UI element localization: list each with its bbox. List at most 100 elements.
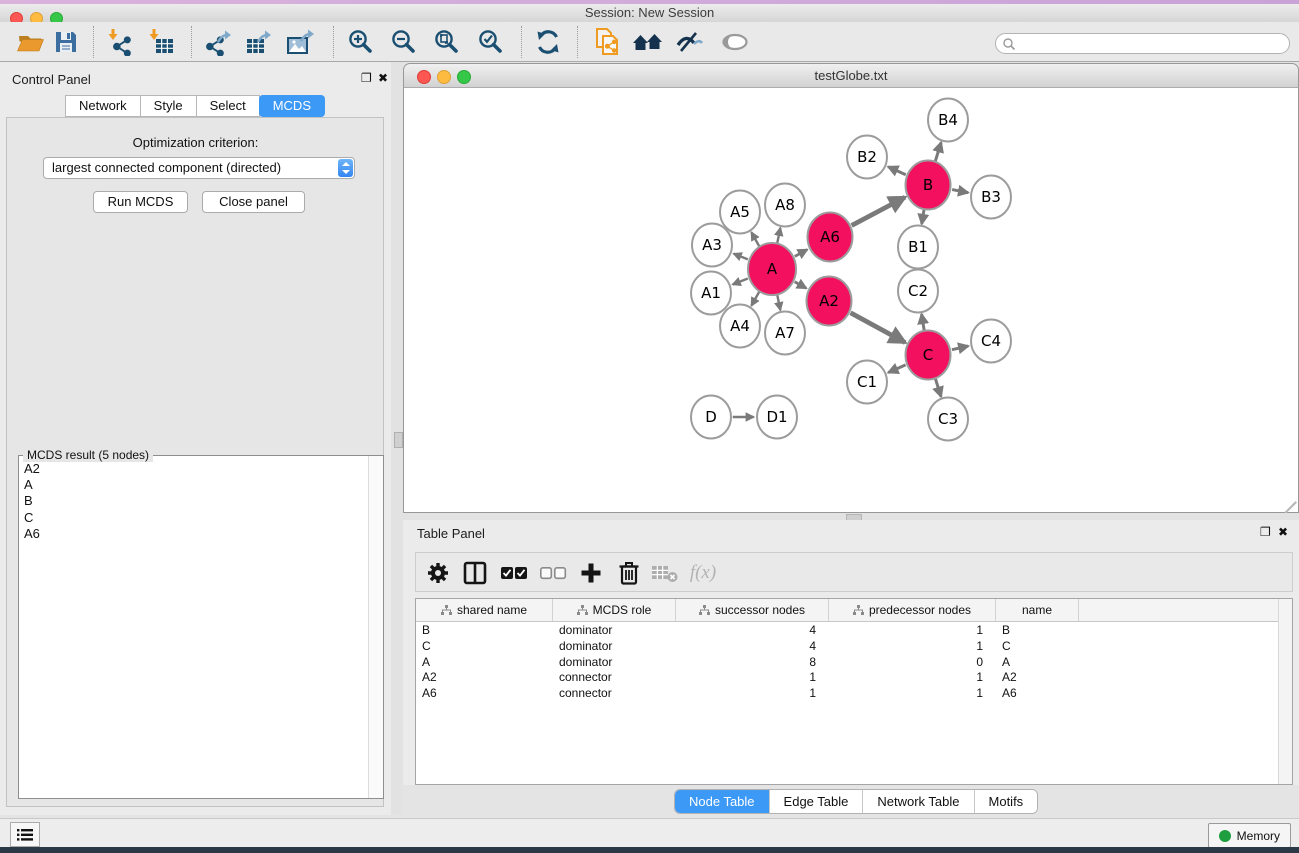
table-cell[interactable]: dominator [553,622,676,638]
column-header-successor-nodes[interactable]: successor nodes [676,599,829,621]
edge-A-A8[interactable] [777,228,780,244]
node-A5[interactable]: A5 [720,191,760,234]
search-field[interactable] [995,33,1290,54]
table-cell[interactable]: 0 [829,654,996,670]
node-D[interactable]: D [691,396,731,439]
table-cell[interactable]: C [996,638,1079,654]
table-cell[interactable]: dominator [553,638,676,654]
node-A3[interactable]: A3 [692,224,732,267]
edge-A-A5[interactable] [751,232,759,246]
criterion-select[interactable]: largest connected component (directed) [43,157,355,179]
open-folder-icon[interactable] [13,26,49,58]
node-B4[interactable]: B4 [928,99,968,142]
tab-mcds[interactable]: MCDS [259,95,325,117]
table-cell[interactable]: B [996,622,1079,638]
edge-A-A7[interactable] [777,294,780,310]
table-cell[interactable]: connector [553,669,676,685]
vertical-divider-handle[interactable] [394,432,403,448]
network-window-titlebar[interactable]: testGlobe.txt [403,63,1299,88]
table-float-panel-icon[interactable]: ❐ [1260,525,1271,539]
close-panel-button[interactable]: Close panel [202,191,305,213]
node-C2[interactable]: C2 [898,270,938,313]
table-cell[interactable]: 1 [829,685,996,701]
edge-A-A3[interactable] [734,254,748,260]
edge-A-A6[interactable] [795,250,807,257]
column-header-name[interactable]: name [996,599,1079,621]
node-D1[interactable]: D1 [757,396,797,439]
node-C1[interactable]: C1 [847,361,887,404]
edge-A6-B[interactable] [852,197,905,225]
edge-A-A4[interactable] [751,292,759,306]
resize-grip-icon[interactable] [1283,497,1296,510]
edge-B-B3[interactable] [952,190,968,193]
node-A1[interactable]: A1 [691,272,731,315]
table-cell[interactable]: B [416,622,553,638]
new-network-icon[interactable] [589,26,625,58]
node-B3[interactable]: B3 [971,176,1011,219]
table-cell[interactable]: A6 [416,685,553,701]
node-C4[interactable]: C4 [971,320,1011,363]
home-icon[interactable] [630,26,666,58]
node-A[interactable]: A [748,243,796,295]
edge-A-A2[interactable] [795,282,807,289]
search-input[interactable] [1016,35,1289,53]
eye-icon[interactable] [717,26,753,58]
edge-B-B1[interactable] [922,209,924,224]
edge-C-C2[interactable] [922,314,925,331]
run-mcds-button[interactable]: Run MCDS [93,191,188,213]
node-B2[interactable]: B2 [847,136,887,179]
import-network-icon[interactable] [102,26,138,58]
edge-A-A1[interactable] [733,279,748,285]
export-network-icon[interactable] [201,26,237,58]
table-close-panel-icon[interactable]: ✖ [1278,525,1288,539]
edge-B-B2[interactable] [888,167,906,175]
table-cell[interactable]: 1 [676,669,829,685]
deselect-all-icon[interactable] [536,557,570,589]
table-cell[interactable]: 1 [829,622,996,638]
edge-C-C3[interactable] [935,378,941,396]
edge-A2-C[interactable] [851,313,906,343]
import-table-icon[interactable] [143,26,179,58]
table-cell[interactable]: C [416,638,553,654]
network-canvas[interactable]: B4B2BB3A8A5A6A3B1AC2A1A2A4A7C4CC1C3DD1 [403,88,1299,513]
memory-button[interactable]: Memory [1208,823,1291,848]
table-cell[interactable]: 1 [676,685,829,701]
mcds-result-list[interactable]: A2ABCA6 [20,461,368,797]
edge-C-C4[interactable] [952,346,968,350]
zoom-out-icon[interactable] [386,26,422,58]
tab-network[interactable]: Network [65,95,141,117]
result-scrollbar[interactable] [368,456,383,798]
tab-network-table[interactable]: Network Table [862,790,973,813]
column-header-predecessor-nodes[interactable]: predecessor nodes [829,599,996,621]
table-cell[interactable]: 4 [676,622,829,638]
columns-icon[interactable] [458,557,492,589]
tab-select[interactable]: Select [196,95,260,117]
table-cell[interactable]: 8 [676,654,829,670]
session-titlebar[interactable]: Session: New Session [0,4,1299,22]
node-B[interactable]: B [906,161,951,210]
node-B1[interactable]: B1 [898,226,938,269]
node-A4[interactable]: A4 [720,305,760,348]
gear-icon[interactable] [421,557,455,589]
table-row[interactable]: A2connector11A2 [416,669,1292,685]
table-cell[interactable]: A [996,654,1079,670]
tab-node-table[interactable]: Node Table [675,790,769,813]
table-cell[interactable]: A6 [996,685,1079,701]
show-graphics-icon[interactable] [672,26,708,58]
export-table-icon[interactable] [241,26,277,58]
zoom-fit-icon[interactable] [429,26,465,58]
table-cell[interactable]: 1 [829,669,996,685]
table-cell[interactable]: A [416,654,553,670]
table-cell[interactable]: A2 [996,669,1079,685]
save-icon[interactable] [48,26,84,58]
tab-edge-table[interactable]: Edge Table [769,790,863,813]
node-C3[interactable]: C3 [928,398,968,441]
table-cell[interactable]: A2 [416,669,553,685]
column-header-MCDS-role[interactable]: MCDS role [553,599,676,621]
task-history-button[interactable] [10,822,40,847]
node-A8[interactable]: A8 [765,184,805,227]
table-cell[interactable]: dominator [553,654,676,670]
float-panel-icon[interactable]: ❐ [361,71,372,85]
node-A7[interactable]: A7 [765,312,805,355]
table-cell[interactable]: connector [553,685,676,701]
